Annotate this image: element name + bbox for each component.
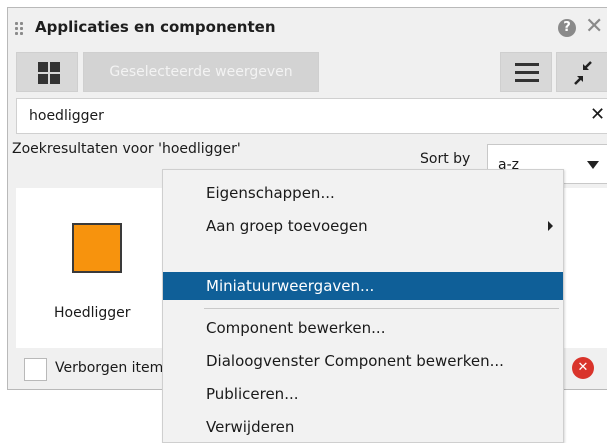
hidden-items-checkbox[interactable] [24,358,47,381]
error-icon[interactable]: ✕ [572,357,594,379]
results-label: Zoekresultaten voor 'hoedligger' [12,141,241,157]
menu-item-publish[interactable]: Publiceren... [163,380,563,408]
sort-by-label: Sort by [420,151,471,167]
menu-item-label: Aan groep toevoegen [206,217,368,235]
component-label: Hoedligger [54,305,131,321]
menu-item-properties[interactable]: Eigenschappen... [163,179,563,207]
context-menu: Eigenschappen... Aan groep toevoegen Min… [162,169,564,443]
list-view-button[interactable] [500,52,552,92]
chevron-down-icon [587,161,599,169]
drag-grip-icon[interactable] [15,22,29,36]
menu-item-edit-component[interactable]: Component bewerken... [163,314,563,342]
menu-item-thumbnails[interactable]: Miniatuurweergaven... [163,272,563,300]
menu-item-add-to-group[interactable]: Aan groep toevoegen [163,212,563,240]
thumbnail-view-button[interactable] [16,52,78,92]
menu-item-edit-component-dialog[interactable]: Dialoogvenster Component bewerken... [163,347,563,375]
hidden-items-label: Verborgen items [55,360,167,376]
search-field[interactable]: hoedligger ✕ [16,98,607,134]
menu-separator [204,308,559,309]
panel-titlebar: Applicaties en componenten ? ✕ [8,8,607,48]
chevron-right-icon [548,221,553,231]
clear-search-icon[interactable]: ✕ [590,104,605,125]
help-icon[interactable]: ? [558,19,576,37]
show-selected-button[interactable]: Geselecteerde weergeven [83,52,319,92]
close-icon[interactable]: ✕ [585,14,603,40]
menu-item-delete[interactable]: Verwijderen [163,413,563,441]
panel-title: Applicaties en componenten [35,18,276,36]
component-thumbnail [72,223,122,273]
search-input[interactable]: hoedligger [29,108,104,124]
collapse-button[interactable] [556,52,607,92]
collapse-icon [574,61,592,85]
